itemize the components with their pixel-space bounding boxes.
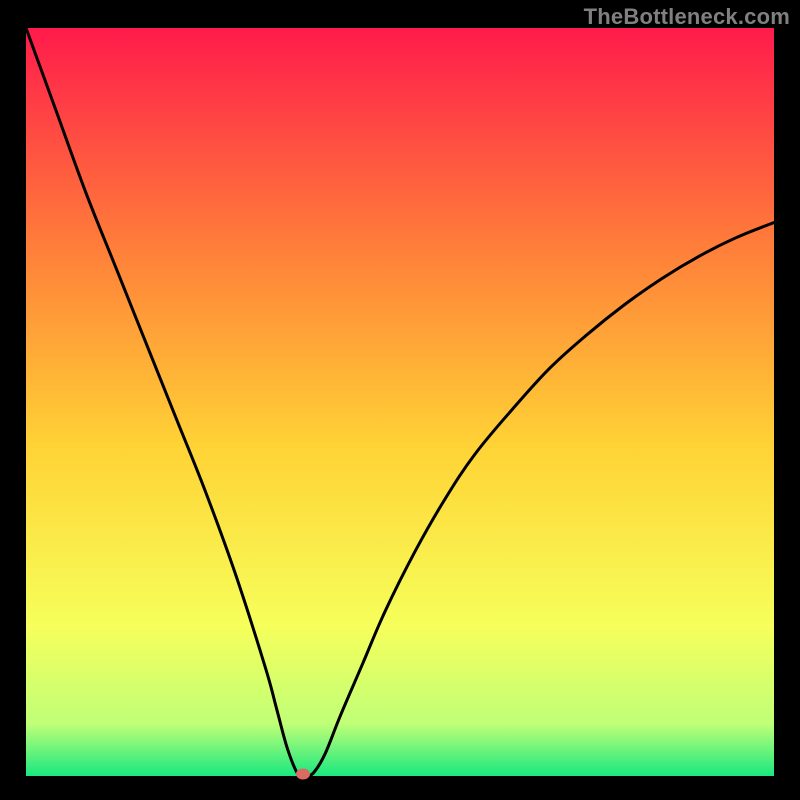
- optimal-point-marker: [296, 769, 310, 780]
- watermark-text: TheBottleneck.com: [584, 4, 790, 30]
- gradient-background: [26, 28, 774, 776]
- chart-frame: TheBottleneck.com: [0, 0, 800, 800]
- plot-area: [26, 28, 774, 776]
- chart-svg: [26, 28, 774, 776]
